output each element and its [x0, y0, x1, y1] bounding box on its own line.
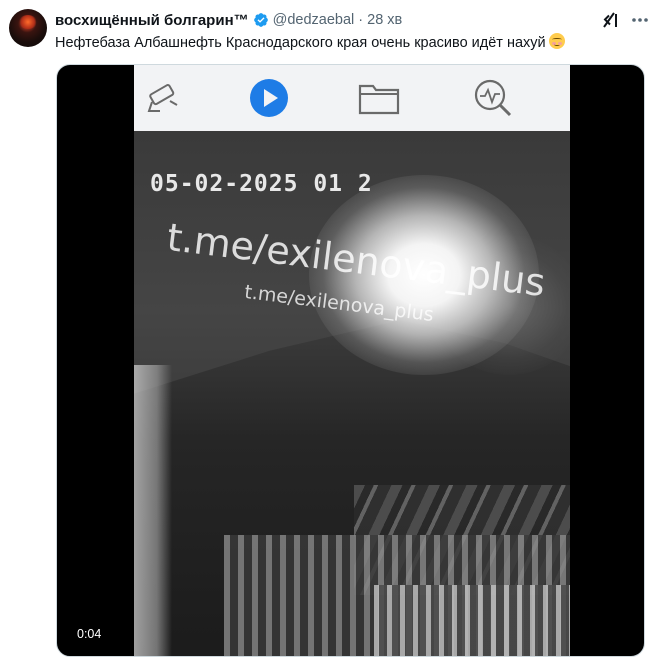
- user-handle[interactable]: @dedzaebal: [273, 12, 355, 28]
- video-duration: 0:04: [77, 627, 102, 641]
- tweet[interactable]: восхищённый болгарин™ @dedzaebal · 28 хв…: [0, 0, 657, 662]
- smiling-face-emoji-icon: [548, 33, 565, 49]
- more-icon[interactable]: [630, 11, 650, 29]
- play-icon: [250, 79, 288, 117]
- tweet-text: Нефтебаза Албашнефть Краснодарского края…: [55, 33, 565, 53]
- folder-icon: [358, 84, 400, 115]
- avatar[interactable]: [9, 9, 47, 47]
- video-player[interactable]: 05-02-2025 01 2 t.me/exilenova_plus t.me…: [56, 64, 645, 657]
- grok-icon[interactable]: [601, 10, 621, 30]
- display-name[interactable]: восхищённый болгарин™: [55, 12, 249, 29]
- separator-dot: ·: [358, 12, 364, 28]
- camera-app-toolbar: [134, 65, 570, 131]
- search-analytics-icon: [474, 79, 512, 117]
- video-frame[interactable]: 05-02-2025 01 2 t.me/exilenova_plus t.me…: [134, 65, 570, 656]
- overlay-timestamp: 05-02-2025 01 2: [150, 171, 373, 197]
- camera-icon: [147, 84, 178, 112]
- timestamp[interactable]: 28 хв: [367, 12, 402, 28]
- verified-badge-icon: [253, 13, 268, 27]
- tweet-text-content: Нефтебаза Албашнефть Краснодарского края…: [55, 35, 546, 51]
- tweet-header: восхищённый болгарин™ @dedzaebal · 28 хв: [55, 10, 402, 30]
